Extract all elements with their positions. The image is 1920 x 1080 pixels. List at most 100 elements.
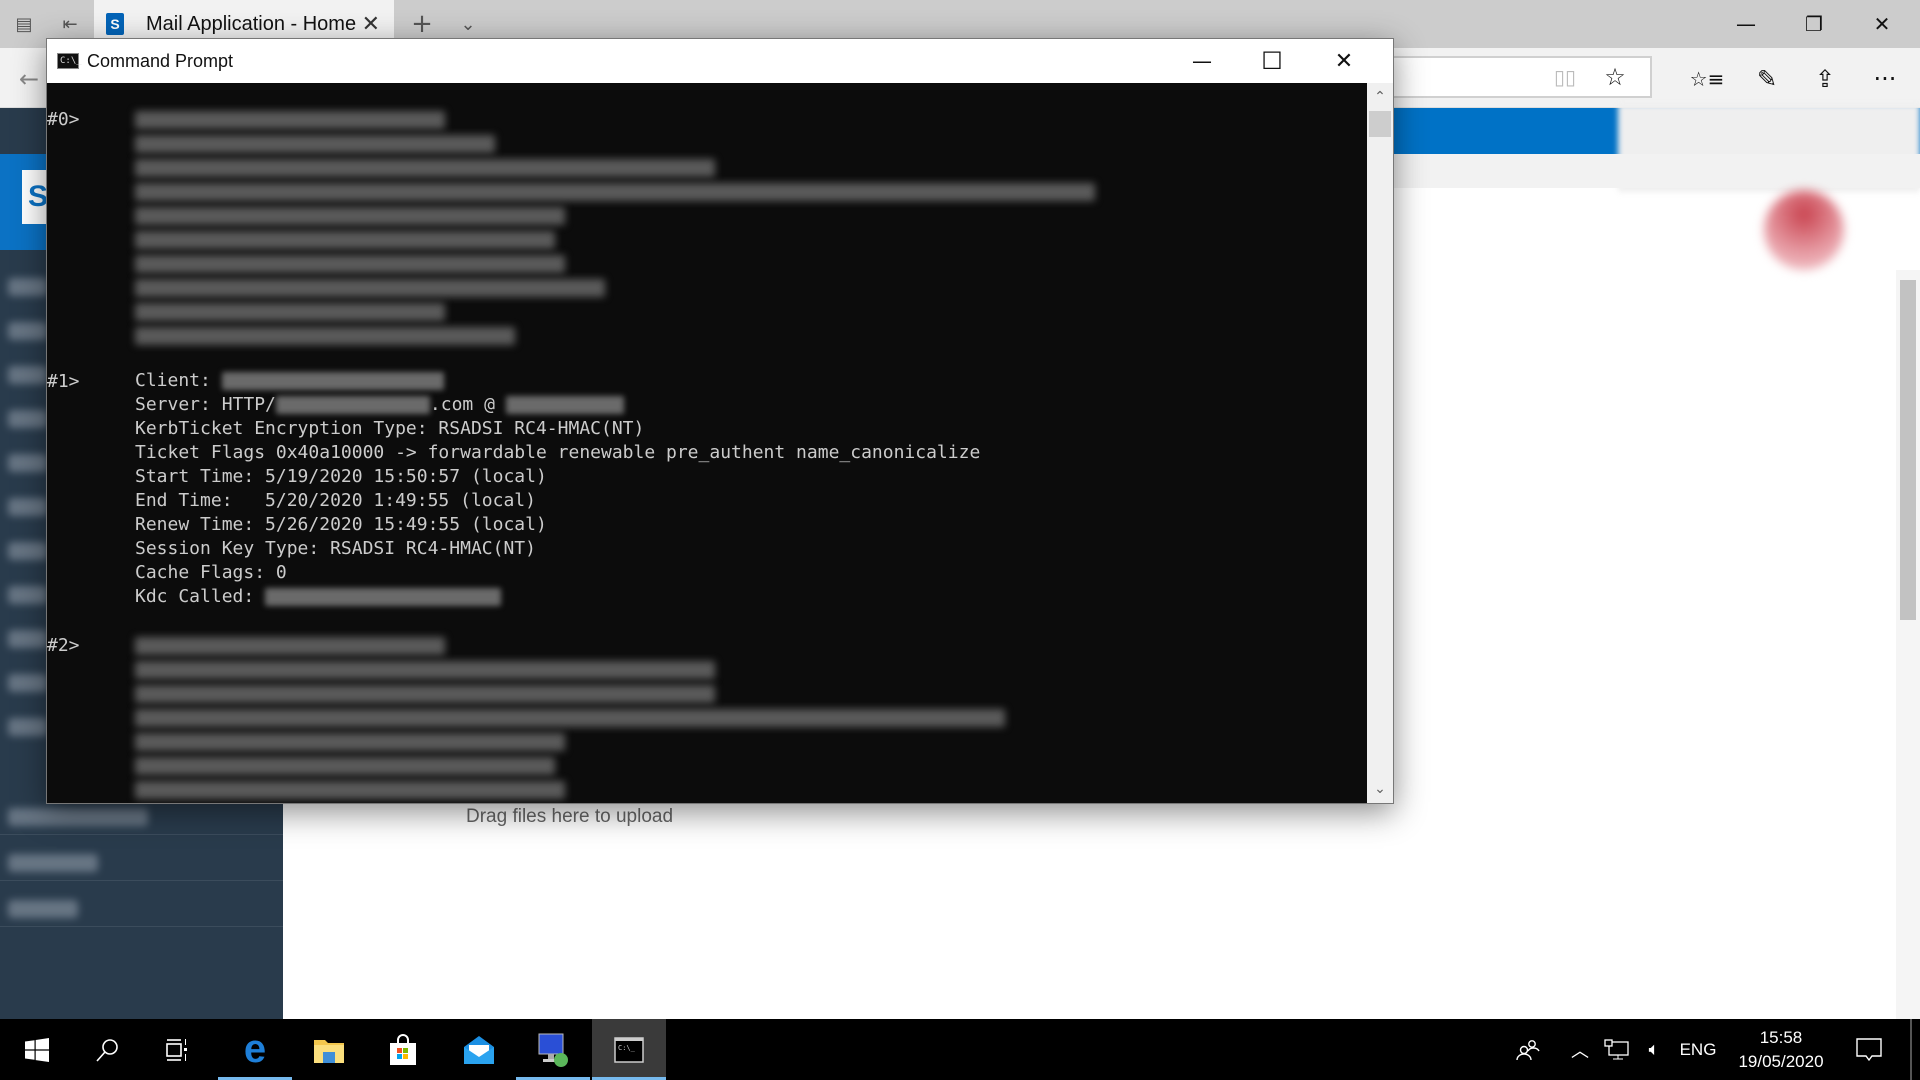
nav-link[interactable] xyxy=(8,630,48,648)
taskbar-store[interactable] xyxy=(366,1019,440,1080)
sharepoint-logo[interactable]: S xyxy=(0,154,52,250)
tab-list-button[interactable]: ⌄ xyxy=(452,8,484,40)
taskbar-edge[interactable]: e xyxy=(218,1019,292,1080)
renew-time-line: Renew Time: 5/26/2020 15:49:55 (local) xyxy=(135,514,547,535)
command-prompt-window: C:\_ Command Prompt — ☐ ✕ #0> #1> Client… xyxy=(46,38,1394,804)
nav-link[interactable] xyxy=(8,366,48,384)
nav-link[interactable] xyxy=(8,900,78,918)
nav-link[interactable] xyxy=(8,410,48,428)
language-indicator: ENG xyxy=(1679,1039,1717,1059)
web-notes-button[interactable]: ✎ xyxy=(1750,62,1784,96)
browser-scrollbar[interactable] xyxy=(1896,270,1920,1019)
network-button[interactable] xyxy=(1600,1019,1634,1080)
cmd-icon: C:\_ xyxy=(57,53,82,69)
cmd-maximize-button[interactable]: ☐ xyxy=(1237,39,1307,83)
back-button[interactable]: ← xyxy=(12,62,46,96)
divider xyxy=(0,880,283,881)
minimize-icon: — xyxy=(1192,49,1212,73)
maximize-icon: ☐ xyxy=(1261,47,1283,75)
cmd-console-output[interactable]: #0> #1> Client: Server: HTTP/ .com @ Kerb… xyxy=(47,83,1367,803)
cmd-title-bar[interactable]: C:\_ Command Prompt — ☐ ✕ xyxy=(47,39,1393,83)
tab-title: Mail Application - Home xyxy=(146,12,356,35)
tabs-aside-button[interactable]: ▤ xyxy=(8,8,40,40)
people-button[interactable] xyxy=(1510,1019,1546,1080)
scroll-down-button[interactable]: ⌄ xyxy=(1367,777,1393,801)
encryption-type-line: KerbTicket Encryption Type: RSADSI RC4-H… xyxy=(135,418,645,439)
divider xyxy=(0,926,283,927)
share-button[interactable]: ⇪ xyxy=(1808,62,1842,96)
session-key-line: Session Key Type: RSADSI RC4-HMAC(NT) xyxy=(135,538,536,559)
new-tab-button[interactable]: + xyxy=(406,8,438,40)
search-button[interactable] xyxy=(70,1019,144,1080)
tab-close-button[interactable]: ✕ xyxy=(362,12,380,37)
set-aside-tabs-button[interactable]: ⇤ xyxy=(54,8,86,40)
chevron-down-icon: ⌄ xyxy=(1374,781,1386,797)
set-aside-icon: ⇤ xyxy=(62,13,78,35)
browser-close-button[interactable]: ✕ xyxy=(1852,6,1912,42)
clock[interactable]: 15:58 19/05/2020 xyxy=(1728,1019,1834,1080)
store-icon xyxy=(390,1033,416,1065)
chevron-down-icon: ⌄ xyxy=(460,13,476,35)
user-avatar[interactable] xyxy=(1764,190,1844,270)
pen-icon: ✎ xyxy=(1756,65,1778,93)
taskbar-remote-desktop[interactable] xyxy=(516,1019,590,1080)
kdc-label: Kdc Called: xyxy=(135,586,266,607)
client-line: Client: xyxy=(135,369,444,393)
input-language-button[interactable]: ENG xyxy=(1676,1019,1720,1080)
tabs-aside-icon: ▤ xyxy=(15,13,33,35)
taskbar-file-explorer[interactable] xyxy=(292,1019,366,1080)
close-icon: ✕ xyxy=(1873,12,1891,36)
ticket-label: #1> xyxy=(47,371,80,392)
action-center-button[interactable] xyxy=(1846,1019,1892,1080)
task-view-button[interactable] xyxy=(140,1019,214,1080)
volume-button[interactable]: 🔈︎ xyxy=(1638,1019,1670,1080)
taskbar-mail[interactable] xyxy=(442,1019,516,1080)
show-hidden-icons-button[interactable]: ︿ xyxy=(1564,1019,1596,1080)
add-favorite-button[interactable]: ☆ xyxy=(1598,60,1632,94)
favorites-hub-button[interactable]: ☆≡ xyxy=(1690,62,1725,96)
server-domain: .com @ xyxy=(429,394,506,415)
ticket-label: #0> xyxy=(47,109,80,130)
clock-time: 15:58 xyxy=(1759,1027,1803,1047)
browser-minimize-button[interactable]: — xyxy=(1716,6,1776,42)
ticket-flags-line: Ticket Flags 0x40a10000 -> forwardable r… xyxy=(135,442,981,463)
windows-taskbar: e C:\_ ︿ 🔈︎ ENG 15:58 19/05/2020 xyxy=(0,1019,1920,1080)
nav-link[interactable] xyxy=(8,808,148,826)
clock-date: 19/05/2020 xyxy=(1738,1051,1824,1071)
nav-link[interactable] xyxy=(8,498,48,516)
task-view-icon xyxy=(166,1038,187,1061)
nav-link[interactable] xyxy=(8,854,98,872)
star-icon: ☆ xyxy=(1604,63,1626,91)
share-icon: ⇪ xyxy=(1814,65,1836,93)
chevron-up-icon: ︿ xyxy=(1571,1040,1589,1061)
cmd-close-button[interactable]: ✕ xyxy=(1309,39,1379,83)
scroll-up-button[interactable]: ⌃ xyxy=(1367,85,1393,109)
minimize-icon: — xyxy=(1736,12,1756,36)
browser-restore-button[interactable]: ❐ xyxy=(1784,6,1844,42)
nav-link[interactable] xyxy=(8,322,48,340)
redacted-realm xyxy=(505,396,624,414)
search-icon xyxy=(96,1038,118,1062)
show-desktop-button[interactable] xyxy=(1910,1019,1912,1080)
reading-view-button[interactable]: ▯▯ xyxy=(1548,60,1582,94)
cmd-scrollbar[interactable]: ⌃ ⌄ xyxy=(1367,83,1393,803)
more-button[interactable]: ··· xyxy=(1868,62,1902,96)
nav-link[interactable] xyxy=(8,542,48,560)
cmd-minimize-button[interactable]: — xyxy=(1167,39,1237,83)
start-button[interactable] xyxy=(0,1019,74,1080)
nav-link[interactable] xyxy=(8,278,48,296)
nav-link[interactable] xyxy=(8,674,48,692)
scrollbar-thumb[interactable] xyxy=(1900,280,1916,620)
nav-link[interactable] xyxy=(8,586,48,604)
address-bar[interactable]: ▯▯ ☆ xyxy=(1380,56,1652,98)
scrollbar-thumb[interactable] xyxy=(1369,111,1391,137)
svg-text:C:\_: C:\_ xyxy=(618,1044,636,1052)
windows-logo-icon xyxy=(25,1037,49,1062)
restore-icon: ❐ xyxy=(1805,12,1823,36)
nav-link[interactable] xyxy=(8,718,48,736)
taskbar-command-prompt[interactable]: C:\_ xyxy=(592,1019,666,1080)
nav-link[interactable] xyxy=(8,454,48,472)
arrow-left-icon: ← xyxy=(18,65,40,93)
divider xyxy=(0,834,283,835)
cmd-title: Command Prompt xyxy=(87,50,234,71)
